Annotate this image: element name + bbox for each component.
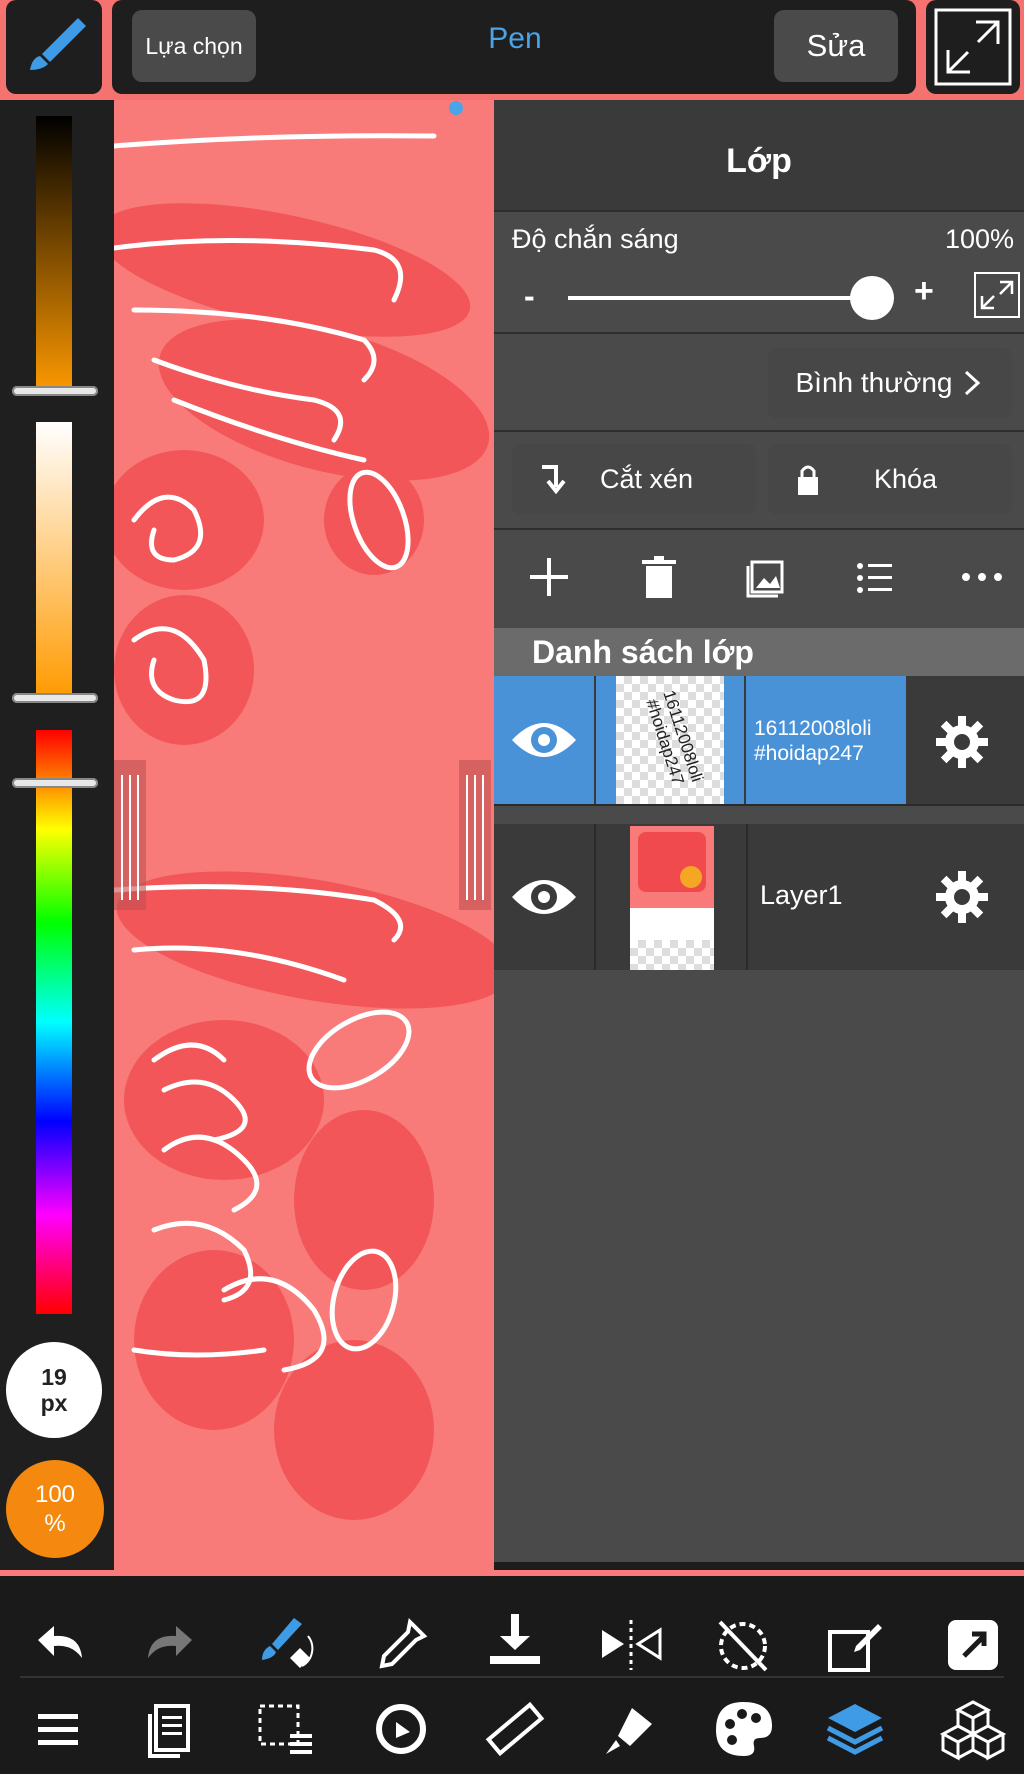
brush-size-badge[interactable]: 19 px [6,1342,102,1438]
palette-icon[interactable] [708,1694,778,1764]
layer-name[interactable]: Layer1 [760,880,843,911]
hue-brightness-bar[interactable] [36,116,72,394]
clip-button[interactable]: Cắt xén [512,444,756,514]
ruler-icon[interactable] [480,1694,550,1764]
fill-pen-icon[interactable] [596,1694,666,1764]
drawing-canvas[interactable] [114,100,494,1570]
layer-thumbnail[interactable] [630,826,714,970]
expand-icon [980,280,1014,310]
flip-horizontal-icon[interactable] [596,1610,666,1680]
menu-icon[interactable] [24,1694,94,1764]
brush-tool-button[interactable] [6,0,102,94]
layer-visibility-toggle[interactable] [494,676,594,804]
brush-opacity-value: 100 [34,1481,76,1508]
layer-row[interactable]: Layer1 [494,824,1024,970]
add-layer-icon[interactable] [524,552,574,602]
redo-icon[interactable] [136,1610,206,1680]
materials-icon[interactable] [938,1694,1008,1764]
layer-name-line2: #hoidap247 [754,742,864,765]
eye-icon [512,723,576,757]
hue-handle[interactable] [12,778,98,788]
chevron-right-icon [965,370,981,396]
layer-visibility-toggle[interactable] [494,824,594,970]
layer-thumbnail-cell[interactable]: 16112008loli #hoidap247 [596,676,744,804]
layer-panel-header: Lớp [494,100,1024,210]
layer-name: 16112008loli #hoidap247 [754,716,872,766]
opacity-slider-handle[interactable] [850,276,894,320]
selection-button[interactable]: Lựa chọn [132,10,256,82]
bottom-toolbar [0,1570,1024,1774]
gear-icon[interactable] [934,714,990,770]
lock-label: Khóa [874,463,938,494]
undo-icon[interactable] [24,1610,94,1680]
layer-row-selected[interactable]: 16112008loli #hoidap247 16112008loli #ho… [494,676,1024,806]
lock-button[interactable]: Khóa [768,444,1012,514]
canvas-artwork [114,101,494,1520]
gear-icon[interactable] [934,869,990,925]
current-tool-title: Pen [488,22,542,55]
more-icon[interactable] [956,552,1012,602]
opacity-expand-button[interactable] [974,272,1020,318]
download-icon[interactable] [480,1608,550,1678]
layer-list-header: Danh sách lớp [494,628,1024,676]
opacity-minus-button[interactable]: - [524,278,535,315]
saturation-bar[interactable] [36,422,72,698]
list-icon[interactable] [850,552,900,602]
brush-size-value: 19 [41,1364,67,1390]
layer-thumbnail: 16112008loli #hoidap247 [616,676,724,804]
opacity-value: 100% [944,224,1014,254]
layer-panel: Lớp Độ chắn sáng 100% - + Bình thường Cắ… [494,100,1024,1562]
opacity-slider-track[interactable] [568,296,868,300]
edit-button[interactable]: Sửa [774,10,898,82]
fullscreen-button[interactable] [926,0,1020,94]
selection-tool-icon[interactable] [250,1694,320,1764]
brush-opacity-badge[interactable]: 100 % [6,1460,104,1558]
image-layer-icon[interactable] [742,552,792,602]
eye-icon [512,880,576,914]
layer-list-title: Danh sách lớp [532,634,754,670]
pages-icon[interactable] [136,1694,206,1764]
blend-mode-button[interactable]: Bình thường [768,348,1012,418]
layer-name-line1: 16112008loli [754,717,872,740]
canvas-edit-icon[interactable] [820,1610,890,1680]
brush-transform-icon[interactable] [250,1610,320,1680]
saturation-handle[interactable] [12,693,98,703]
brush-icon [30,18,86,70]
brush-size-unit: px [40,1390,68,1416]
lock-icon [798,465,818,495]
layers-icon[interactable] [820,1694,890,1764]
brush-opacity-unit: % [44,1510,66,1537]
rotate-reset-icon[interactable] [708,1610,778,1680]
opacity-label: Độ chắn sáng [512,224,679,254]
brightness-handle[interactable] [12,386,98,396]
transform-icon[interactable] [366,1694,436,1764]
eyedropper-icon[interactable] [366,1610,436,1680]
clip-arrow-icon [542,465,566,495]
expand-icon [934,8,1012,86]
opacity-plus-button[interactable]: + [914,272,934,311]
layer-name-cell[interactable]: 16112008loli #hoidap247 [746,676,906,804]
trash-icon[interactable] [634,552,684,602]
blend-mode-label: Bình thường [795,367,953,398]
clip-label: Cắt xén [600,463,694,494]
hue-bar[interactable] [36,730,72,1314]
share-icon[interactable] [938,1610,1008,1680]
layer-panel-title: Lớp [726,142,792,180]
